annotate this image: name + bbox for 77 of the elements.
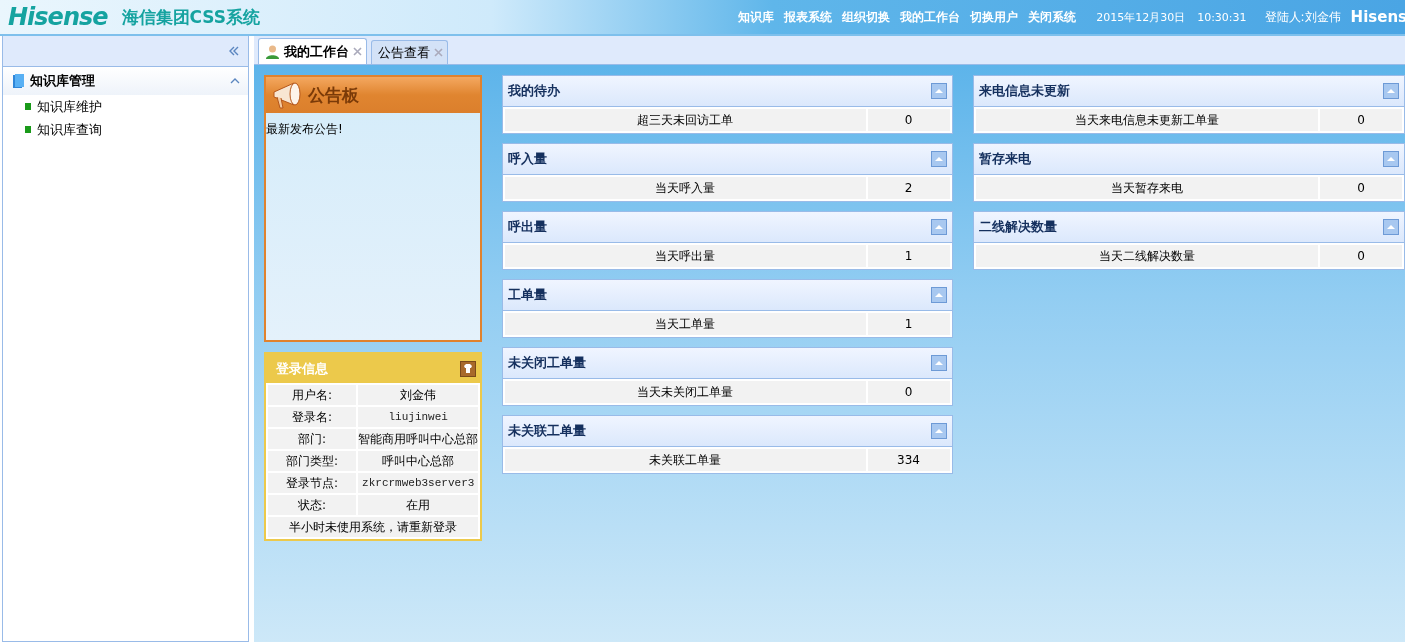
tab[interactable]: 我的工作台 [258, 38, 367, 64]
collapse-button-icon[interactable] [930, 287, 947, 303]
field-label: 部门: [268, 429, 357, 449]
field-value: 刘金伟 [358, 385, 479, 405]
panel-title: 未关联工单量 [508, 422, 587, 440]
system-title: 海信集团CSS系统 [121, 5, 261, 29]
menu-item[interactable]: 知识库查询 [37, 120, 102, 139]
panel-title: 呼入量 [508, 150, 548, 168]
stat-value: 0 [1320, 177, 1402, 199]
brand-logo: Hisense [8, 3, 108, 31]
logged-in-user: 登陆人:刘金伟 [1264, 8, 1341, 26]
collapse-button-icon[interactable] [930, 83, 947, 99]
session-notice: 半小时未使用系统，请重新登录 [268, 517, 479, 537]
field-label: 登录名: [268, 407, 357, 427]
stat-label: 超三天未回访工单 [505, 109, 866, 131]
field-label: 部门类型: [268, 451, 357, 471]
nav-link[interactable]: 知识库 [738, 8, 775, 26]
collapse-button-icon[interactable] [930, 219, 947, 235]
bullet-icon [25, 103, 31, 110]
stat-value: 0 [1320, 245, 1402, 267]
book-icon [11, 73, 25, 89]
current-date: 2015年12月30日 [1096, 9, 1186, 25]
nav-link[interactable]: 切换用户 [970, 8, 1019, 26]
field-label: 用户名: [268, 385, 357, 405]
field-label: 登录节点: [268, 473, 357, 493]
megaphone-icon [270, 80, 304, 110]
stat-label: 当天二线解决数量 [975, 245, 1318, 267]
panel-title: 未关闭工单量 [508, 354, 587, 372]
field-value: zkrcrmweb3server3 [358, 473, 479, 493]
stat-value: 1 [867, 313, 950, 335]
panel-title: 呼出量 [508, 218, 548, 236]
collapse-button-icon[interactable] [1383, 219, 1399, 235]
stat-label: 当天来电信息未更新工单量 [975, 109, 1318, 131]
nav-link[interactable]: 关闭系统 [1028, 8, 1077, 26]
collapse-button-icon[interactable] [930, 355, 947, 371]
stat-label: 未关联工单量 [505, 449, 866, 471]
stat-value: 2 [867, 177, 950, 199]
stat-value: 0 [867, 109, 950, 131]
close-icon[interactable] [434, 48, 443, 57]
collapse-icon[interactable] [228, 46, 240, 56]
nav-link[interactable]: 报表系统 [784, 8, 833, 26]
nav-link[interactable]: 组织切换 [842, 8, 891, 26]
panel-title: 暂存来电 [978, 150, 1031, 168]
field-label: 状态: [268, 495, 357, 515]
stat-value: 1 [867, 245, 950, 267]
current-time: 10:30:31 [1197, 10, 1247, 24]
stat-value: 334 [867, 449, 950, 471]
bullet-icon [25, 126, 31, 133]
stat-label: 当天未关闭工单量 [505, 381, 866, 403]
notice-board-title: 公告板 [308, 83, 359, 107]
nav-link[interactable]: 我的工作台 [900, 8, 961, 26]
panel-title: 我的待办 [508, 82, 561, 100]
menu-item[interactable]: 知识库维护 [37, 97, 102, 116]
field-value: 智能商用呼叫中心总部 [358, 429, 479, 449]
stat-label: 当天工单量 [505, 313, 866, 335]
collapse-button-icon[interactable] [930, 423, 947, 439]
field-value: liujinwei [358, 407, 479, 427]
close-icon[interactable] [353, 47, 362, 56]
collapse-button-icon[interactable] [1383, 83, 1399, 99]
caret-up-icon[interactable] [230, 78, 240, 84]
field-value: 呼叫中心总部 [358, 451, 479, 471]
stat-label: 当天呼出量 [505, 245, 866, 267]
tab[interactable]: 公告查看 [371, 40, 448, 64]
field-value: 在用 [358, 495, 479, 515]
stat-value: 0 [1320, 109, 1402, 131]
collapse-button-icon[interactable] [930, 151, 947, 167]
login-info-title: 登录信息 [276, 359, 328, 378]
stat-value: 0 [867, 381, 950, 403]
stat-label: 当天呼入量 [505, 177, 866, 199]
panel-title: 二线解决数量 [978, 218, 1057, 236]
panel-title: 工单量 [508, 286, 548, 304]
panel-title: 来电信息未更新 [978, 82, 1070, 100]
stat-label: 当天暂存来电 [975, 177, 1318, 199]
notice-message: 最新发布公告! [266, 121, 344, 138]
shirt-icon[interactable] [460, 360, 477, 377]
user-icon [265, 44, 280, 59]
collapse-button-icon[interactable] [1383, 151, 1399, 167]
